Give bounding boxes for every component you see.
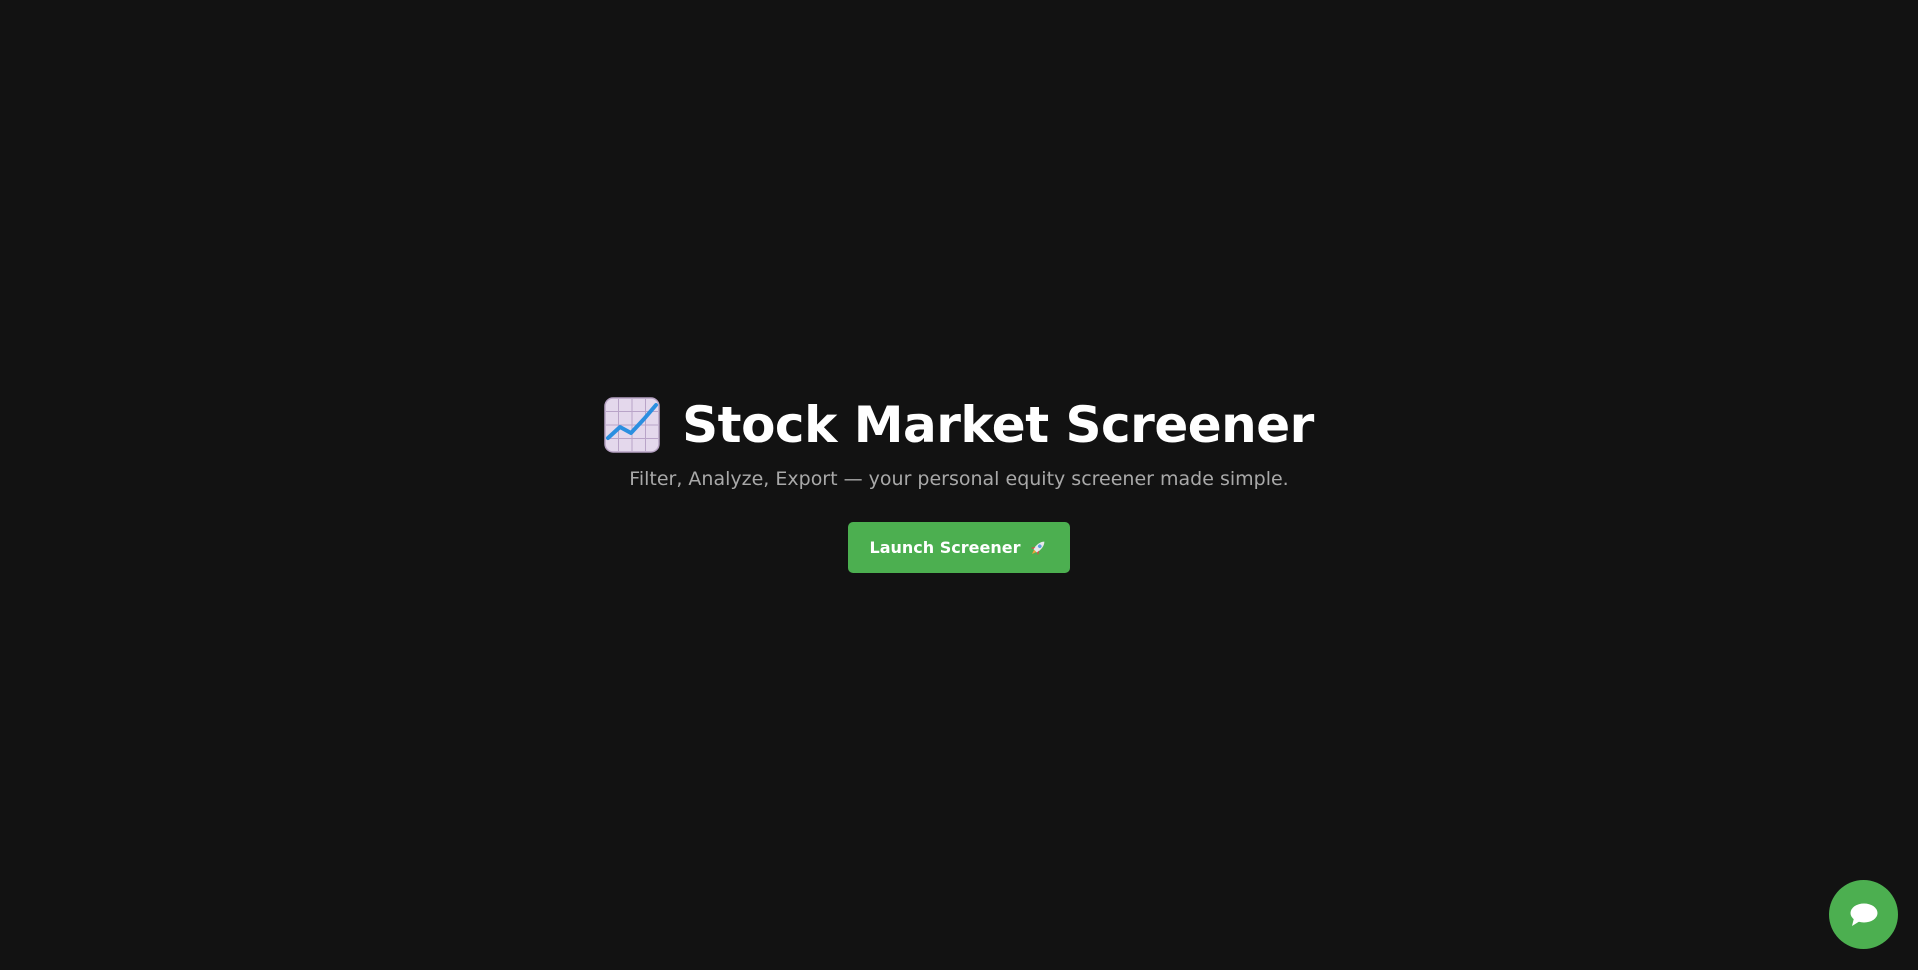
launch-screener-button[interactable]: Launch Screener bbox=[848, 522, 1070, 573]
landing-page: Stock Market Screener Filter, Analyze, E… bbox=[0, 0, 1918, 970]
rocket-icon bbox=[1031, 541, 1045, 555]
title-row: Stock Market Screener bbox=[604, 392, 1314, 458]
chart-increasing-icon bbox=[604, 397, 660, 453]
hero-section: Stock Market Screener Filter, Analyze, E… bbox=[0, 392, 1918, 573]
page-subtitle: Filter, Analyze, Export — your personal … bbox=[629, 468, 1289, 490]
chat-widget-button[interactable] bbox=[1829, 880, 1898, 949]
page-title: Stock Market Screener bbox=[682, 396, 1314, 454]
launch-screener-label: Launch Screener bbox=[869, 538, 1021, 557]
chat-bubble-icon bbox=[1850, 903, 1877, 926]
